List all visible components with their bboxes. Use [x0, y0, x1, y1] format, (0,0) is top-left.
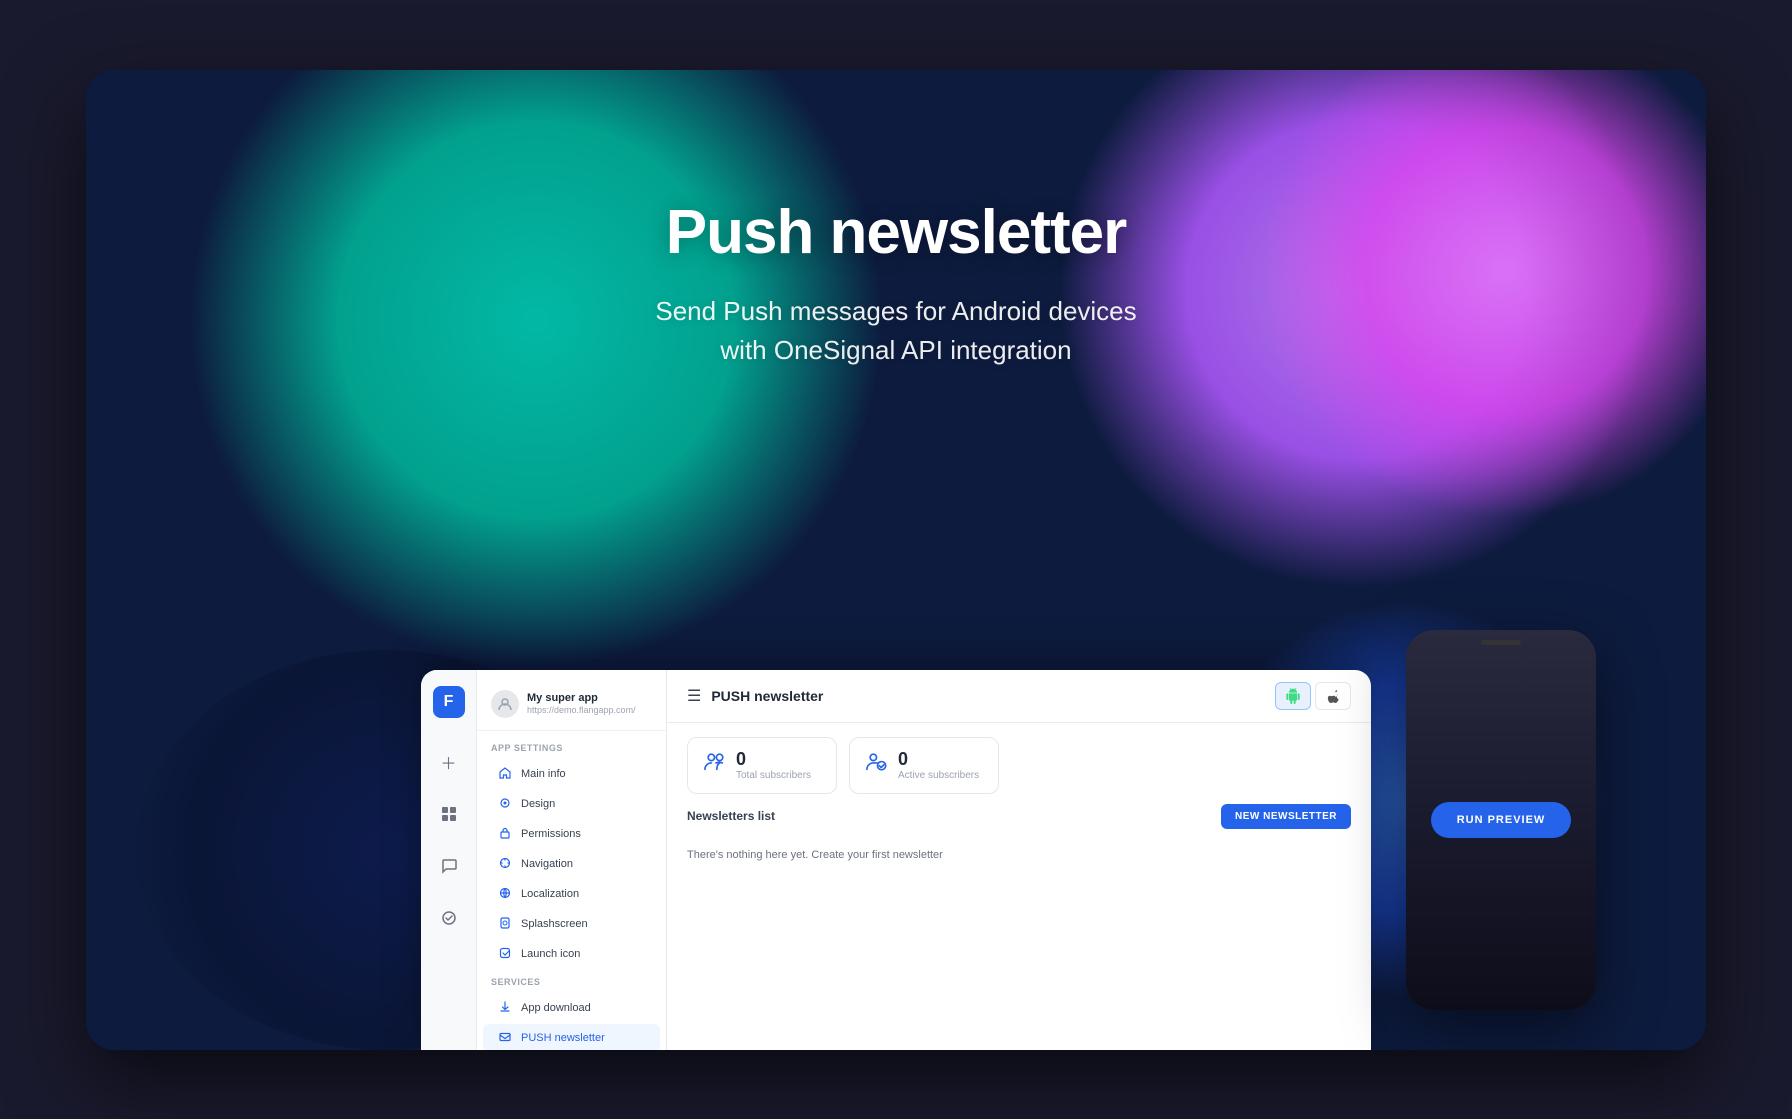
- hero-subtitle-line2: with OneSignal API integration: [720, 335, 1071, 365]
- sidebar-nav: My super app https://demo.flangapp.com/ …: [477, 670, 667, 1050]
- active-subscribers-card: 0 Active subscribers: [849, 737, 999, 794]
- nav-item-localization[interactable]: Localization: [483, 880, 660, 909]
- hero-section: Push newsletter Send Push messages for A…: [86, 70, 1706, 500]
- main-content: ☰ PUSH newsletter: [667, 670, 1371, 1050]
- nav-item-launch-icon[interactable]: Launch icon: [483, 940, 660, 969]
- newsletter-icon: [497, 1031, 513, 1046]
- grid-icon[interactable]: [433, 798, 465, 830]
- home-icon: [497, 767, 513, 782]
- activity-icon[interactable]: [433, 902, 465, 934]
- nav-label-design: Design: [521, 798, 555, 810]
- newsletter-empty-message: There's nothing here yet. Create your fi…: [687, 839, 1351, 871]
- platform-selector: [1275, 682, 1351, 710]
- sidebar-section-app-settings: App settings: [477, 739, 666, 759]
- total-subscribers-label: Total subscribers: [736, 770, 811, 781]
- nav-label-splashscreen: Splashscreen: [521, 918, 588, 930]
- globe-icon: [497, 887, 513, 902]
- active-subscribers-number: 0: [898, 750, 979, 768]
- nav-item-push-newsletter[interactable]: PUSH newsletter: [483, 1024, 660, 1050]
- newsletter-header: Newsletters list NEW NEWSLETTER: [687, 804, 1351, 829]
- hero-title: Push newsletter: [666, 199, 1126, 267]
- stat-active-info: 0 Active subscribers: [898, 750, 979, 781]
- active-subscribers-label: Active subscribers: [898, 770, 979, 781]
- nav-label-app-download: App download: [521, 1002, 591, 1014]
- hero-subtitle-line1: Send Push messages for Android devices: [655, 296, 1136, 326]
- sidebar-section-services: Services: [477, 973, 666, 993]
- android-platform-button[interactable]: [1275, 682, 1311, 710]
- nav-label-main-info: Main info: [521, 768, 566, 780]
- newsletter-section: Newsletters list NEW NEWSLETTER There's …: [667, 804, 1371, 1050]
- stats-row: 0 Total subscribers 0: [667, 723, 1371, 804]
- nav-item-app-download[interactable]: App download: [483, 994, 660, 1023]
- phone-screen: RUN PREVIEW: [1406, 630, 1596, 1010]
- subscribers-icon: [704, 751, 726, 779]
- stat-total-info: 0 Total subscribers: [736, 750, 811, 781]
- lock-icon: [497, 827, 513, 842]
- nav-label-launch-icon: Launch icon: [521, 948, 580, 960]
- sidebar-app-info: My super app https://demo.flangapp.com/: [477, 682, 666, 731]
- phone-frame: RUN PREVIEW: [1406, 630, 1596, 1010]
- run-preview-button[interactable]: RUN PREVIEW: [1431, 802, 1571, 838]
- splashscreen-icon: [497, 917, 513, 932]
- hero-subtitle: Send Push messages for Android devices w…: [655, 292, 1136, 370]
- compass-icon: [497, 857, 513, 872]
- sidebar-app-name: My super app: [527, 692, 652, 705]
- app-panel: F ＋: [421, 670, 1371, 1050]
- phone-mockup: RUN PREVIEW: [1406, 630, 1616, 1050]
- app-logo-icon[interactable]: F: [433, 686, 465, 718]
- nav-label-navigation: Navigation: [521, 858, 573, 870]
- sidebar-app-url: https://demo.flangapp.com/: [527, 705, 652, 715]
- nav-label-permissions: Permissions: [521, 828, 581, 840]
- sidebar-icons: F ＋: [421, 670, 477, 1050]
- apple-platform-button[interactable]: [1315, 682, 1351, 710]
- page-title: PUSH newsletter: [711, 688, 1265, 704]
- new-newsletter-button[interactable]: NEW NEWSLETTER: [1221, 804, 1351, 829]
- nav-label-localization: Localization: [521, 888, 579, 900]
- add-icon[interactable]: ＋: [433, 746, 465, 778]
- total-subscribers-card: 0 Total subscribers: [687, 737, 837, 794]
- active-subscribers-icon: [866, 751, 888, 779]
- launch-icon: [497, 947, 513, 962]
- sidebar-app-text: My super app https://demo.flangapp.com/: [527, 692, 652, 715]
- phone-speaker: [1481, 640, 1521, 645]
- nav-item-permissions[interactable]: Permissions: [483, 820, 660, 849]
- device-frame: Push newsletter Send Push messages for A…: [86, 70, 1706, 1050]
- nav-item-design[interactable]: Design: [483, 790, 660, 819]
- avatar: [491, 690, 519, 718]
- nav-item-main-info[interactable]: Main info: [483, 760, 660, 789]
- nav-item-navigation[interactable]: Navigation: [483, 850, 660, 879]
- menu-hamburger-icon[interactable]: ☰: [687, 686, 701, 706]
- nav-label-push-newsletter: PUSH newsletter: [521, 1032, 605, 1044]
- newsletters-list-title: Newsletters list: [687, 809, 775, 823]
- design-icon: [497, 797, 513, 812]
- topbar: ☰ PUSH newsletter: [667, 670, 1371, 723]
- total-subscribers-number: 0: [736, 750, 811, 768]
- download-icon: [497, 1001, 513, 1016]
- chat-icon[interactable]: [433, 850, 465, 882]
- nav-item-splashscreen[interactable]: Splashscreen: [483, 910, 660, 939]
